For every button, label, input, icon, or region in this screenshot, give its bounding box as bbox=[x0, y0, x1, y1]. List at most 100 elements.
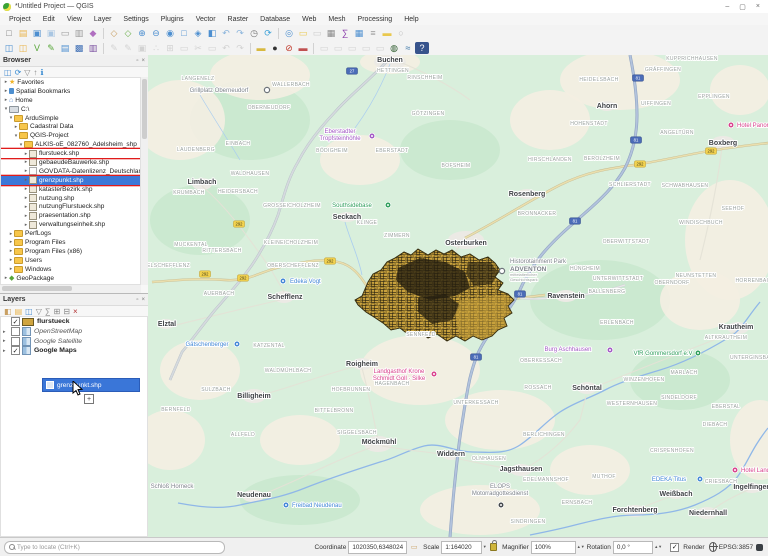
rotation-spin-icons[interactable]: ▲▼ bbox=[654, 545, 662, 549]
add-mesh-layer-icon[interactable]: ✎ bbox=[44, 42, 58, 54]
identify-features-icon[interactable]: ◎ bbox=[282, 27, 296, 39]
menu-project[interactable]: Project bbox=[3, 16, 37, 23]
save-project-as-icon[interactable]: ▣ bbox=[44, 27, 58, 39]
close-panel-icon[interactable]: × bbox=[141, 297, 145, 303]
menu-edit[interactable]: Edit bbox=[37, 16, 61, 23]
filter-legend-icon[interactable]: ▽ bbox=[36, 308, 42, 316]
open-attribute-table-icon[interactable]: ▦ bbox=[324, 27, 338, 39]
menu-raster[interactable]: Raster bbox=[222, 16, 255, 23]
zoom-to-selection-icon[interactable]: ◈ bbox=[191, 27, 205, 39]
scale-combobox[interactable]: 1:164020 bbox=[441, 541, 481, 554]
zoom-to-layer-icon[interactable]: ◧ bbox=[205, 27, 219, 39]
browser-item-c-[interactable]: ▾C:\ bbox=[1, 105, 140, 114]
browser-item-program-files-x86-[interactable]: ▸Program Files (x86) bbox=[1, 247, 140, 256]
render-checkbox[interactable]: ✓ bbox=[670, 543, 679, 552]
map-tips-toggle-icon[interactable]: ● bbox=[268, 42, 282, 54]
zoom-native-icon[interactable]: ◉ bbox=[163, 27, 177, 39]
browser-item-grenzpunkt-shp[interactable]: ▸grenzpunkt.shp bbox=[1, 176, 140, 185]
properties-icon[interactable]: ℹ bbox=[40, 69, 43, 77]
data-source-manager-icon[interactable]: ◫ bbox=[2, 42, 16, 54]
browser-item-geopackage[interactable]: ▸◆GeoPackage bbox=[1, 274, 140, 283]
dragged-layer-chip[interactable]: grenzpunkt.shp bbox=[42, 378, 140, 392]
rotation-spinbox[interactable]: 0,0 ° bbox=[613, 541, 653, 554]
layer-visibility-checkbox[interactable]: ✓ bbox=[11, 317, 20, 326]
field-calculator-icon[interactable]: ∑ bbox=[338, 27, 352, 39]
lock-scale-icon[interactable] bbox=[490, 543, 497, 551]
map-tips-icon[interactable]: ▬ bbox=[380, 27, 394, 39]
statistical-summary-icon[interactable]: ▦ bbox=[352, 27, 366, 39]
browser-item-alkis-oe-082760-adelsheim-shp[interactable]: ▾ALKIS-oE_082760_Adelsheim_shp bbox=[1, 140, 140, 149]
expand-arrow-icon[interactable]: ▸ bbox=[3, 348, 9, 354]
crs-globe-icon[interactable] bbox=[709, 542, 717, 552]
layer-visibility-checkbox[interactable] bbox=[11, 337, 20, 346]
layer-item-flurstueck[interactable]: ✓flurstueck bbox=[1, 317, 147, 327]
layer-visibility-checkbox[interactable] bbox=[11, 327, 20, 336]
browser-item-nutzung-shp[interactable]: ▸nutzung.shp bbox=[1, 194, 140, 203]
expand-all-icon[interactable]: ⊞ bbox=[54, 308, 61, 316]
messages-icon[interactable] bbox=[756, 544, 763, 551]
crs-status[interactable]: EPSG:3857 bbox=[719, 544, 753, 551]
add-group-icon[interactable]: ▤ bbox=[15, 308, 23, 316]
layer-item-google-maps[interactable]: ▸✓Google Maps bbox=[1, 346, 147, 356]
browser-item-govdata-datenlizenz-deutschland[interactable]: ▸GOVDATA-Datenlizenz_Deutschland bbox=[1, 167, 140, 176]
browser-item-windows[interactable]: ▸Windows bbox=[1, 265, 140, 274]
menu-vector[interactable]: Vector bbox=[190, 16, 222, 23]
layer-visibility-checkbox[interactable]: ✓ bbox=[11, 346, 20, 355]
new-project-icon[interactable]: □ bbox=[2, 27, 16, 39]
zoom-in-icon[interactable]: ⊕ bbox=[135, 27, 149, 39]
new-print-layout-icon[interactable]: ▭ bbox=[58, 27, 72, 39]
layer-item-google-satellite[interactable]: ▸Google Satellite bbox=[1, 336, 147, 346]
browser-item-nutzungflurstueck-shp[interactable]: ▸nutzungFlurstueck.shp bbox=[1, 202, 140, 211]
filter-browser-icon[interactable]: ▽ bbox=[24, 69, 30, 77]
map-themes-icon[interactable]: ◫ bbox=[25, 308, 33, 316]
menu-web[interactable]: Web bbox=[296, 16, 322, 23]
select-features-icon[interactable]: ▭ bbox=[296, 27, 310, 39]
zoom-out-icon[interactable]: ⊖ bbox=[149, 27, 163, 39]
python-console-icon[interactable]: ≈ bbox=[401, 42, 415, 54]
menu-view[interactable]: View bbox=[61, 16, 88, 23]
refresh-icon[interactable]: ⟳ bbox=[15, 69, 22, 77]
help-icon[interactable]: ? bbox=[415, 42, 429, 54]
grass-tools-icon[interactable]: ◍ bbox=[387, 42, 401, 54]
undock-panel-icon[interactable]: ▫ bbox=[136, 58, 138, 64]
collapse-all-icon[interactable]: ↑ bbox=[33, 69, 37, 77]
locator-search-input[interactable]: Type to locate (Ctrl+K) bbox=[4, 541, 225, 554]
map-canvas[interactable]: 278181818181292292292292292292LANGENELZW… bbox=[148, 55, 768, 537]
menu-settings[interactable]: Settings bbox=[117, 16, 154, 23]
measure-icon[interactable]: ▬ bbox=[254, 42, 268, 54]
browser-item-favorites[interactable]: ▸★Favorites bbox=[1, 78, 140, 87]
browser-item-gebaeudebauwerke-shp[interactable]: ▸gebaeudeBauwerke.shp bbox=[1, 158, 140, 167]
menu-layer[interactable]: Layer bbox=[88, 16, 118, 23]
browser-item-katasterbezirk-shp[interactable]: ▸katasterBezirk.shp bbox=[1, 185, 140, 194]
annotations-icon[interactable]: ○ bbox=[394, 27, 408, 39]
add-vector-layer-icon[interactable]: ◫ bbox=[16, 42, 30, 54]
remove-layer-icon[interactable]: × bbox=[73, 308, 78, 316]
close-button[interactable]: × bbox=[756, 3, 760, 11]
pan-map-icon[interactable]: ◇ bbox=[107, 27, 121, 39]
collapse-all-icon[interactable]: ⊟ bbox=[63, 308, 70, 316]
browser-horizontal-scrollbar[interactable] bbox=[0, 284, 141, 293]
extent-toggle-icon[interactable]: ▭ bbox=[407, 541, 421, 553]
browser-item-users[interactable]: ▸Users bbox=[1, 256, 140, 265]
browser-item-flurstueck-shp[interactable]: ▸flurstueck.shp bbox=[1, 149, 140, 158]
browser-item-praesentation-shp[interactable]: ▸praesentation.shp bbox=[1, 211, 140, 220]
browser-item-program-files[interactable]: ▸Program Files bbox=[1, 238, 140, 247]
close-panel-icon[interactable]: × bbox=[141, 58, 145, 64]
browser-vertical-scrollbar[interactable] bbox=[140, 77, 148, 285]
browser-item-verwaltungseinheit-shp[interactable]: ▸verwaltungseinheit.shp bbox=[1, 220, 140, 229]
browser-item-spatial-bookmarks[interactable]: ▸Spatial Bookmarks bbox=[1, 87, 140, 96]
menu-plugins[interactable]: Plugins bbox=[155, 16, 190, 23]
browser-item-cadastral-data[interactable]: ▸Cadastral Data bbox=[1, 122, 140, 131]
measure-line-icon[interactable]: ≡ bbox=[366, 27, 380, 39]
browser-item-perflogs[interactable]: ▸PerfLogs bbox=[1, 229, 140, 238]
menu-processing[interactable]: Processing bbox=[352, 16, 399, 23]
add-selected-layers-icon[interactable]: ◫ bbox=[4, 69, 12, 77]
layer-styling-icon[interactable]: ◧ bbox=[4, 308, 12, 316]
new-geopackage-icon[interactable]: ▬ bbox=[296, 42, 310, 54]
zoom-full-icon[interactable]: □ bbox=[177, 27, 191, 39]
filter-expression-icon[interactable]: ∑ bbox=[45, 308, 51, 316]
coordinate-field[interactable]: 1020350,6348024 bbox=[348, 541, 407, 554]
minimize-button[interactable]: – bbox=[725, 3, 729, 11]
scale-dropdown-icon[interactable]: ▼ bbox=[483, 545, 487, 549]
menu-help[interactable]: Help bbox=[398, 16, 424, 23]
